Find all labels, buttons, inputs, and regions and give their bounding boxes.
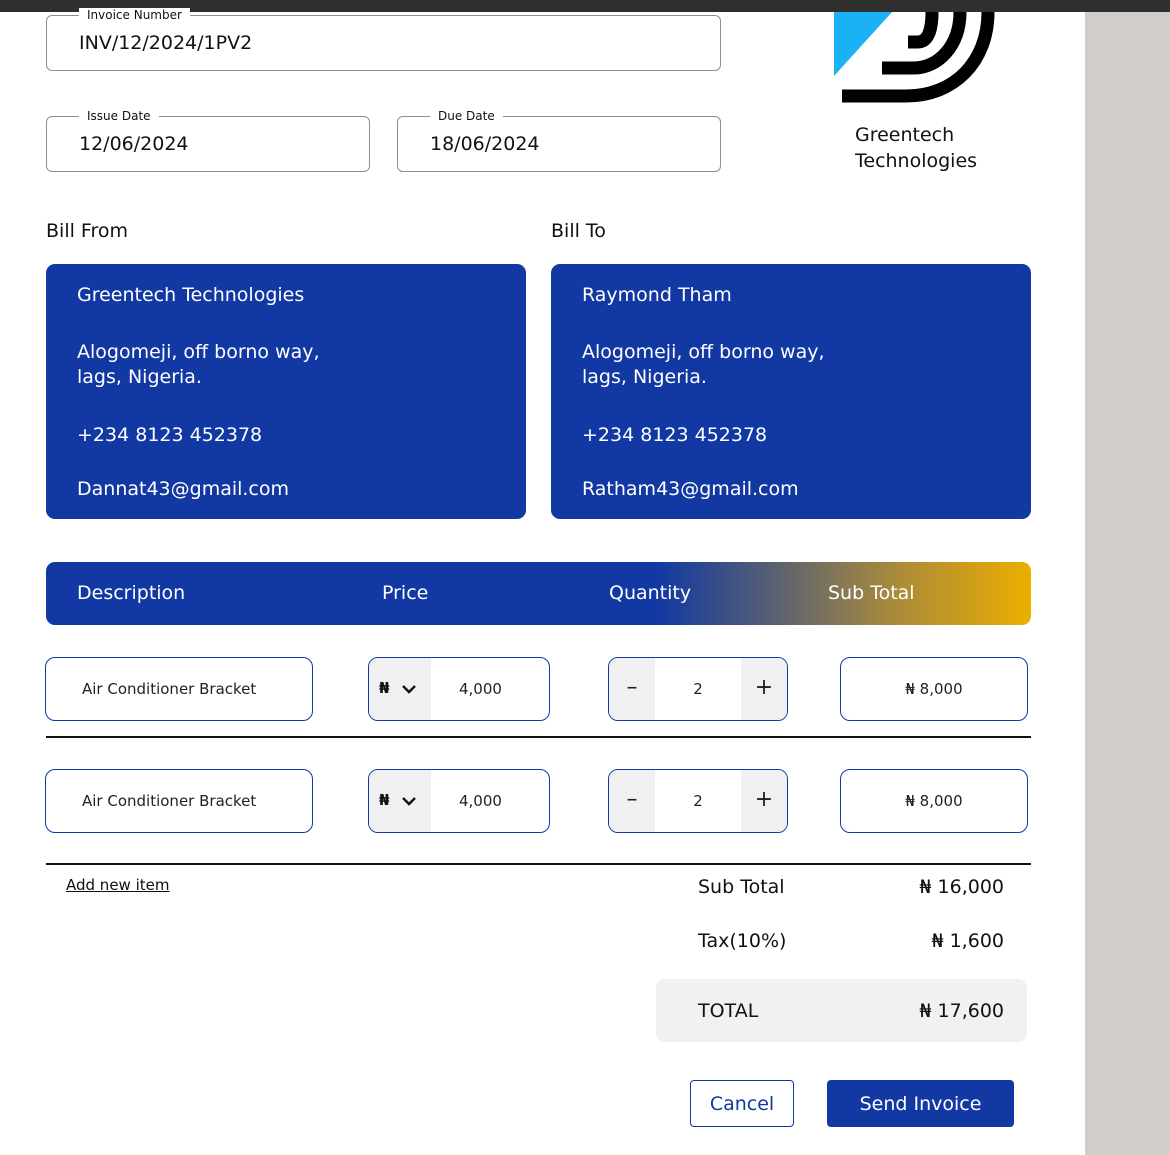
- bill-from-phone: +234 8123 452378: [77, 424, 263, 446]
- item-price-field[interactable]: ₦ 4,000: [368, 769, 550, 833]
- quantity-value: 2: [693, 792, 703, 810]
- summary-total-value: ₦ 17,600: [919, 1000, 1004, 1022]
- row-divider: [46, 736, 1031, 738]
- item-description-field[interactable]: Air Conditioner Bracket: [45, 769, 313, 833]
- summary-total-label: TOTAL: [698, 1000, 759, 1022]
- item-price-value: 4,000: [459, 792, 502, 810]
- issue-date-input[interactable]: [79, 117, 361, 171]
- add-new-item-link[interactable]: Add new item: [66, 876, 169, 894]
- quantity-stepper[interactable]: – 2 +: [608, 769, 788, 833]
- summary-tax-value: ₦ 1,600: [931, 930, 1004, 952]
- chevron-down-icon: [402, 685, 416, 694]
- decrement-button[interactable]: –: [609, 658, 655, 720]
- summary-subtotal-value: ₦ 16,000: [919, 876, 1004, 898]
- bill-to-name: Raymond Tham: [582, 284, 732, 306]
- plus-icon: +: [754, 675, 774, 700]
- decrement-button[interactable]: –: [609, 770, 655, 832]
- item-subtotal-value: ₦ 8,000: [905, 792, 963, 810]
- item-description-text: Air Conditioner Bracket: [82, 792, 257, 810]
- company-name-line2: Technologies: [855, 150, 978, 172]
- increment-button[interactable]: +: [741, 770, 787, 832]
- bill-to-address-line1: Alogomeji, off borno way,: [582, 341, 825, 363]
- bill-from-address-line1: Alogomeji, off borno way,: [77, 341, 320, 363]
- item-subtotal-field: ₦ 8,000: [840, 657, 1028, 721]
- currency-symbol: ₦: [379, 791, 390, 809]
- quantity-stepper[interactable]: – 2 +: [608, 657, 788, 721]
- company-name: Greentech Technologies: [855, 122, 977, 174]
- header-subtotal: Sub Total: [828, 582, 915, 604]
- currency-select[interactable]: ₦: [369, 770, 431, 832]
- cancel-button[interactable]: Cancel: [690, 1080, 794, 1127]
- side-panel: [1085, 12, 1170, 1155]
- chevron-down-icon: [402, 797, 416, 806]
- bill-from-name: Greentech Technologies: [77, 284, 305, 306]
- bill-from-card: Greentech Technologies Alogomeji, off bo…: [46, 264, 526, 519]
- bill-to-label: Bill To: [551, 220, 606, 242]
- plus-icon: +: [754, 787, 774, 812]
- item-price-value: 4,000: [459, 680, 502, 698]
- bill-to-card: Raymond Tham Alogomeji, off borno way, l…: [551, 264, 1031, 519]
- item-price-field[interactable]: ₦ 4,000: [368, 657, 550, 721]
- bill-from-email: Dannat43@gmail.com: [77, 478, 290, 500]
- item-description-field[interactable]: Air Conditioner Bracket: [45, 657, 313, 721]
- bill-to-email: Ratham43@gmail.com: [582, 478, 799, 500]
- summary-subtotal-label: Sub Total: [698, 876, 785, 898]
- bill-from-address-line2: lags, Nigeria.: [77, 366, 202, 388]
- increment-button[interactable]: +: [741, 658, 787, 720]
- company-name-line1: Greentech: [855, 124, 955, 146]
- invoice-number-input[interactable]: [79, 16, 712, 70]
- summary-tax-label: Tax(10%): [698, 930, 787, 952]
- item-subtotal-value: ₦ 8,000: [905, 680, 963, 698]
- due-date-field[interactable]: Due Date: [397, 109, 721, 172]
- issue-date-field[interactable]: Issue Date: [46, 109, 370, 172]
- bill-to-address-line2: lags, Nigeria.: [582, 366, 707, 388]
- currency-select[interactable]: ₦: [369, 658, 431, 720]
- header-price: Price: [382, 582, 429, 604]
- invoice-number-field[interactable]: Invoice Number: [46, 8, 721, 71]
- currency-symbol: ₦: [379, 679, 390, 697]
- quantity-value: 2: [693, 680, 703, 698]
- bill-from-label: Bill From: [46, 220, 128, 242]
- item-subtotal-field: ₦ 8,000: [840, 769, 1028, 833]
- item-description-text: Air Conditioner Bracket: [82, 680, 257, 698]
- send-invoice-button[interactable]: Send Invoice: [827, 1080, 1014, 1127]
- bill-to-phone: +234 8123 452378: [582, 424, 768, 446]
- minus-icon: –: [626, 787, 638, 812]
- header-description: Description: [77, 582, 186, 604]
- due-date-input[interactable]: [430, 117, 712, 171]
- greentech-logo-icon: [834, 12, 995, 103]
- header-quantity: Quantity: [609, 582, 692, 604]
- items-table-header: Description Price Quantity Sub Total: [46, 562, 1031, 625]
- minus-icon: –: [626, 675, 638, 700]
- row-divider: [46, 863, 1031, 865]
